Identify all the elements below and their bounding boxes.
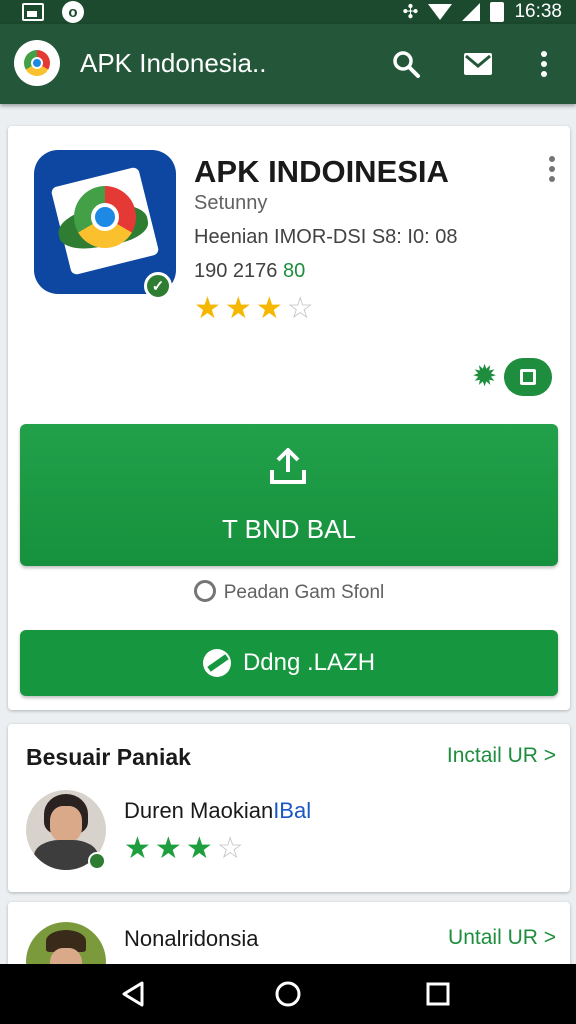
list-item-title[interactable]: Nonalridonsia xyxy=(124,926,259,952)
sync-icon: ✣ xyxy=(402,1,419,23)
mail-icon[interactable] xyxy=(462,48,494,80)
more-vert-icon[interactable] xyxy=(528,48,560,80)
item-rating-stars: ★ ★ ★ ☆ xyxy=(124,834,244,864)
search-icon[interactable] xyxy=(390,48,422,80)
app-detail-card: ✓ APK INDOINESIA Setunny Heenian IMOR-DS… xyxy=(8,126,570,710)
section-title: Besuair Paniak xyxy=(26,744,191,770)
home-icon[interactable] xyxy=(274,980,302,1008)
gallery-notification-icon xyxy=(22,3,44,21)
star-icon: ★ xyxy=(255,292,283,325)
secondary-action-button[interactable]: Ddng .LAZH xyxy=(20,630,558,696)
app-rating-stars: ★ ★ ★ ☆ xyxy=(194,294,314,324)
info-icon xyxy=(193,580,216,602)
app-download-count: 190 2176 80 xyxy=(194,260,306,282)
system-nav-bar xyxy=(0,964,576,1024)
battery-icon xyxy=(490,2,505,22)
star-outline-icon: ☆ xyxy=(286,292,314,325)
status-time: 16:38 xyxy=(514,1,562,22)
star-outline-icon: ☆ xyxy=(216,832,244,865)
refresh-icon xyxy=(202,649,231,677)
verified-check-icon: ✓ xyxy=(144,272,172,300)
open-toggle-button[interactable] xyxy=(504,358,552,396)
app-notification-icon: o xyxy=(62,1,84,23)
list-item-title[interactable]: Duren MaokianIBal xyxy=(124,798,311,824)
signal-icon xyxy=(462,3,481,21)
related-section-card: Besuair Paniak Inctail UR > Duren Maokia… xyxy=(8,724,570,892)
star-icon: ★ xyxy=(124,832,151,865)
star-icon: ★ xyxy=(194,292,221,325)
list-item-link[interactable]: Untail UR > xyxy=(448,926,556,950)
secondary-button-label: Ddng .LAZH xyxy=(242,649,376,676)
star-icon: ★ xyxy=(185,832,213,865)
settings-gear-icon[interactable]: ✹ xyxy=(472,362,497,392)
upload-icon xyxy=(270,448,306,484)
card-more-icon[interactable] xyxy=(548,156,556,182)
back-icon[interactable] xyxy=(120,980,146,1008)
app-name: APK INDOINESIA xyxy=(194,154,449,189)
badge-icon xyxy=(88,852,106,870)
star-icon: ★ xyxy=(224,292,252,325)
install-button-label: T BND BAL xyxy=(222,514,356,544)
app-meta: Heenian IMOR-DSI S8: I0: 08 xyxy=(194,226,458,248)
star-icon: ★ xyxy=(154,832,182,865)
app-developer[interactable]: Setunny xyxy=(194,192,267,215)
recents-icon[interactable] xyxy=(426,980,450,1008)
status-bar: o ✣ 16:38 xyxy=(0,0,576,24)
app-bar: APK Indonesia.. xyxy=(0,24,576,104)
section-link[interactable]: Inctail UR > xyxy=(447,744,556,768)
app-logo-icon[interactable] xyxy=(14,40,60,86)
install-hint: Peadan Gam Sfonl xyxy=(8,580,570,604)
install-button[interactable]: T BND BAL xyxy=(20,424,558,566)
app-bar-title: APK Indonesia.. xyxy=(80,48,267,78)
wifi-icon xyxy=(428,4,453,20)
